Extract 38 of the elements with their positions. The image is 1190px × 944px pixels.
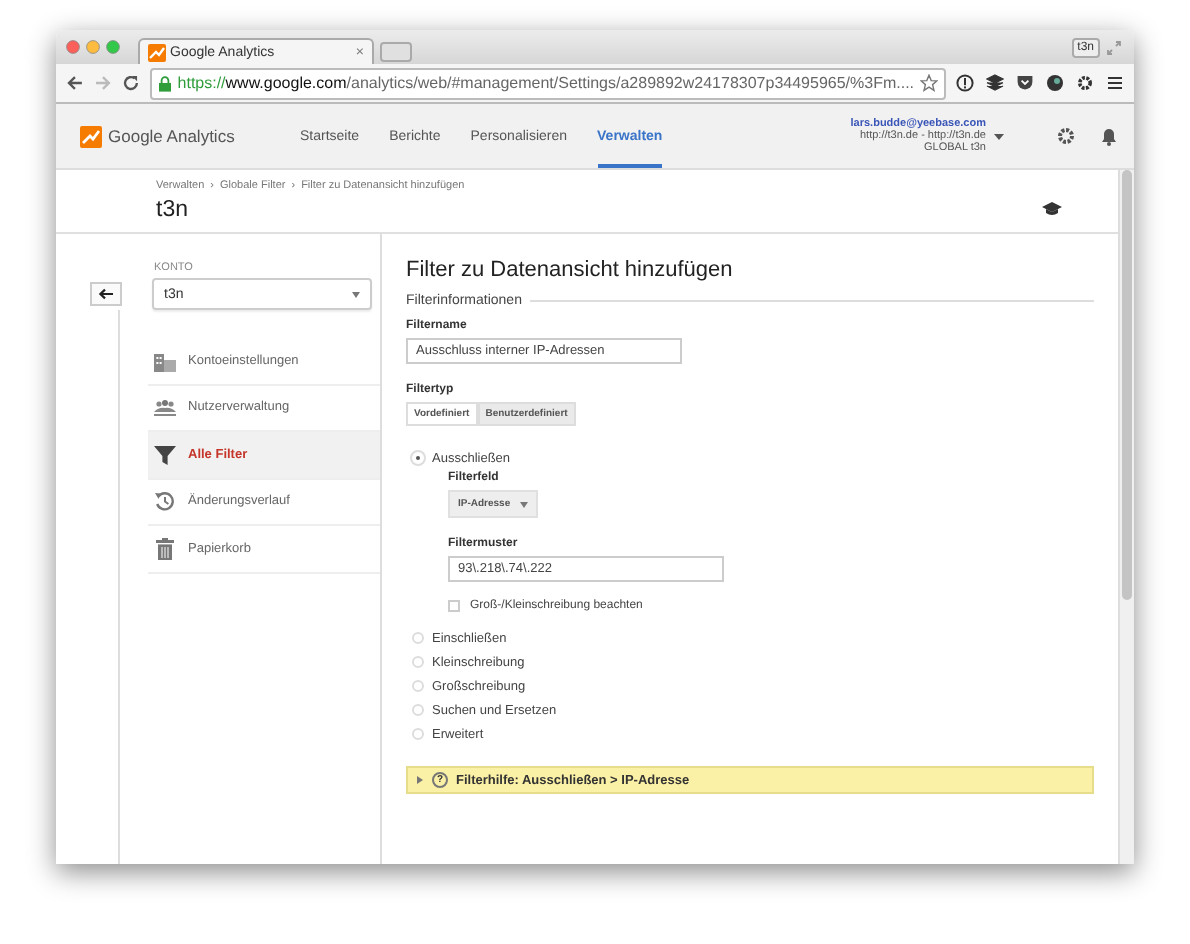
form-title: Filter zu Datenansicht hinzufügen <box>406 258 735 282</box>
globe-icon[interactable] <box>1046 74 1065 92</box>
graduation-cap-icon[interactable] <box>1042 202 1062 216</box>
dropdown-caret-icon[interactable] <box>994 133 1004 139</box>
filter-icon <box>154 443 176 466</box>
checkbox[interactable] <box>448 600 460 612</box>
menu-icon[interactable] <box>1106 74 1125 92</box>
back-arrow-icon <box>97 288 113 300</box>
scrollbar-thumb[interactable] <box>1122 170 1132 600</box>
lock-icon <box>157 75 172 91</box>
reload-icon[interactable] <box>121 74 140 92</box>
back-button[interactable] <box>89 282 121 306</box>
bell-icon[interactable] <box>1100 126 1118 146</box>
pocket-icon[interactable] <box>1016 74 1035 92</box>
radio-button[interactable] <box>412 656 424 668</box>
back-arrow-icon[interactable] <box>66 74 84 92</box>
address-bar[interactable]: https://www.google.com/analytics/web/#management/Settings/a289892w24178307p34495965/%3Fm.... <box>149 67 947 99</box>
trash-icon <box>154 537 176 560</box>
info-icon[interactable] <box>956 74 975 92</box>
radio-button[interactable] <box>412 704 424 716</box>
radio-button[interactable] <box>412 728 424 740</box>
settings-icon[interactable] <box>1056 126 1076 146</box>
dropdown-caret-icon <box>352 291 360 297</box>
radio-button[interactable] <box>412 632 424 644</box>
product-name: Google Analytics <box>108 126 235 146</box>
dropdown-caret-icon <box>520 501 528 507</box>
people-icon <box>154 396 176 419</box>
close-icon[interactable] <box>66 40 80 54</box>
settings-icon[interactable] <box>1076 74 1095 92</box>
radio-button[interactable] <box>412 680 424 692</box>
analytics-logo-icon <box>80 125 102 147</box>
page-title: t3n <box>156 198 190 222</box>
url-text: https://www.google.com/analytics/web/#management/Settings/a289892w24178307p34495965/%3Fm.... <box>177 74 915 92</box>
caret-right-icon <box>416 776 424 784</box>
layers-icon[interactable] <box>986 74 1005 92</box>
history-icon <box>154 490 176 513</box>
star-icon[interactable] <box>920 74 939 92</box>
building-icon <box>154 349 176 372</box>
